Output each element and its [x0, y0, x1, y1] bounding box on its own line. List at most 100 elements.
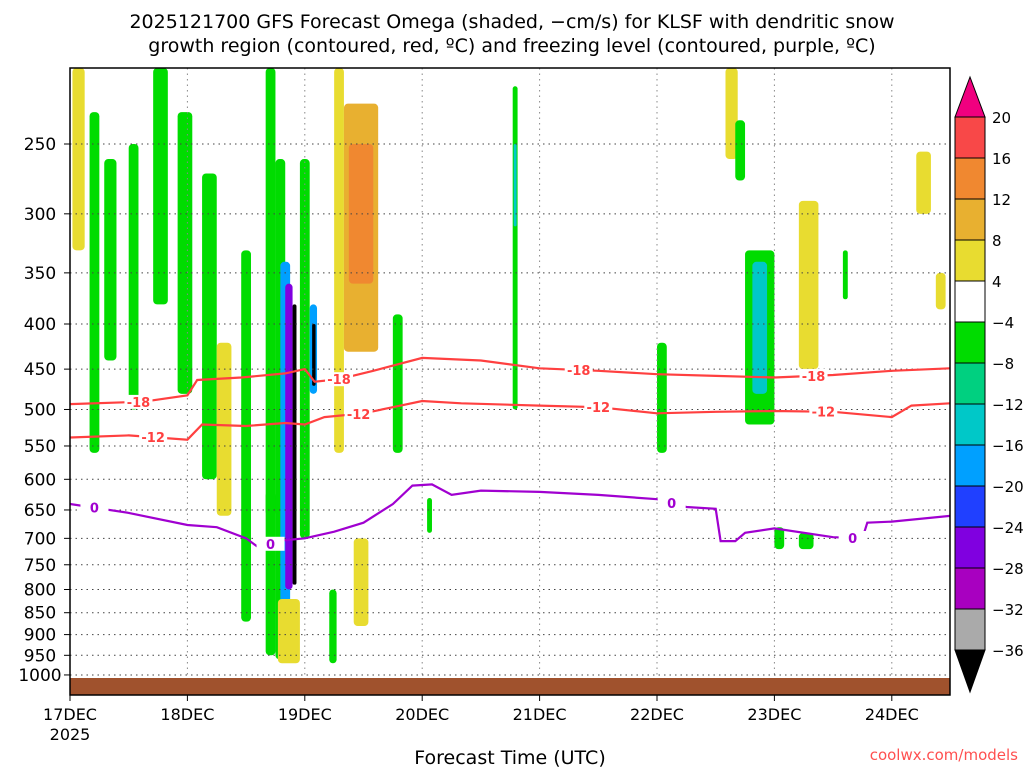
colorbar-box — [954, 280, 986, 323]
colorbar-box — [954, 526, 986, 569]
omega-patch — [353, 538, 369, 626]
contour-label: 0 — [266, 538, 275, 553]
colorbar-over-triangle — [954, 75, 986, 118]
colorbar-label: −12 — [992, 396, 1024, 414]
colorbar-label: −32 — [992, 601, 1024, 619]
colorbar-box — [954, 567, 986, 610]
y-tick-label: 600 — [24, 470, 56, 490]
x-tick-label: 17DEC — [43, 705, 97, 724]
contour-label: -12 — [812, 406, 836, 421]
y-tick-label: 800 — [24, 580, 56, 600]
y-tick-label: 1000 — [18, 666, 61, 686]
x-tick-label: 23DEC — [747, 705, 801, 724]
contour-label: -12 — [587, 401, 611, 416]
omega-patch — [177, 112, 193, 394]
colorbar-box — [954, 321, 986, 364]
colorbar-box — [954, 239, 986, 282]
y-axis: 2503003504004505005506006507007508008509… — [18, 135, 70, 686]
omega-patch — [392, 314, 403, 453]
omega-patch — [657, 342, 667, 453]
colorbar-label: −8 — [992, 355, 1014, 373]
colorbar: 20 16 12 8 4 −4 −8 −12 −16 −20 −24 −28 −32 −36 — [954, 75, 1024, 694]
omega-patch — [277, 598, 300, 664]
x-tick-label: 24DEC — [865, 705, 919, 724]
y-tick-label: 300 — [24, 205, 56, 225]
colorbar-label: −36 — [992, 642, 1024, 660]
contour-label: -18 — [327, 373, 351, 388]
x-tick-label: 18DEC — [160, 705, 214, 724]
colorbar-label: 12 — [992, 191, 1011, 209]
colorbar-box — [954, 608, 986, 651]
y-tick-label: 650 — [24, 501, 56, 521]
y-tick-label: 250 — [24, 135, 56, 155]
omega-patch — [89, 112, 100, 453]
contour-label: -18 — [127, 396, 151, 411]
omega-patch — [202, 173, 217, 480]
omega-cross-section-chart: 2025121700 GFS Forecast Omega (shaded, −… — [18, 11, 1024, 768]
colorbar-label: −16 — [992, 437, 1024, 455]
colorbar-box — [954, 198, 986, 241]
colorbar-label: −24 — [992, 519, 1024, 537]
omega-patch — [292, 304, 297, 585]
colorbar-label: −20 — [992, 478, 1024, 496]
omega-patch — [128, 144, 139, 410]
y-tick-label: 700 — [24, 529, 56, 549]
y-tick-label: 850 — [24, 604, 56, 624]
omega-patch — [104, 159, 117, 361]
x-axis-label: Forecast Time (UTC) — [414, 747, 605, 768]
colorbar-label: −4 — [992, 314, 1014, 332]
omega-patch — [265, 491, 276, 656]
colorbar-box — [954, 157, 986, 200]
omega-patch — [153, 68, 168, 305]
y-tick-label: 550 — [24, 437, 56, 457]
x-tick-label: 20DEC — [395, 705, 449, 724]
omega-patch — [427, 497, 432, 533]
y-tick-label: 400 — [24, 315, 56, 335]
credit-text: coolwx.com/models — [870, 746, 1018, 764]
x-axis: 17DEC2025 18DEC 19DEC 20DEC 21DEC 22DEC 23DEC 2… — [43, 695, 919, 744]
colorbar-box — [954, 485, 986, 528]
omega-patch — [334, 68, 344, 453]
colorbar-label: 8 — [992, 232, 1002, 250]
colorbar-box — [954, 116, 986, 159]
x-tick-label: 22DEC — [630, 705, 684, 724]
colorbar-label: 20 — [992, 109, 1011, 127]
omega-patch — [842, 250, 848, 300]
omega-patch — [241, 250, 251, 622]
omega-patch — [735, 120, 746, 181]
contour-label: -12 — [141, 431, 165, 446]
x-tick-label: 19DEC — [278, 705, 332, 724]
chart-title-line2: growth region (contoured, red, ºC) and f… — [148, 35, 875, 57]
y-tick-label: 500 — [24, 400, 56, 420]
colorbar-box — [954, 444, 986, 487]
omega-patch — [798, 200, 819, 370]
colorbar-label: 4 — [992, 273, 1002, 291]
omega-patch — [285, 283, 293, 590]
omega-patch — [329, 589, 337, 664]
contour-label: -12 — [347, 408, 371, 423]
omega-patch — [312, 324, 316, 386]
colorbar-label: −28 — [992, 560, 1024, 578]
y-tick-label: 750 — [24, 556, 56, 576]
colorbar-box — [954, 362, 986, 405]
contour-label: -18 — [802, 370, 826, 385]
contour-label: 0 — [90, 502, 99, 517]
omega-patch — [72, 68, 85, 251]
omega-patch — [512, 86, 518, 410]
contour-label: 0 — [848, 532, 857, 547]
colorbar-label: 16 — [992, 150, 1011, 168]
omega-patch — [916, 151, 931, 214]
colorbar-under-triangle — [954, 649, 986, 694]
y-tick-label: 450 — [24, 360, 56, 380]
colorbar-box — [954, 403, 986, 446]
chart-title-line1: 2025121700 GFS Forecast Omega (shaded, −… — [129, 11, 894, 33]
omega-patch — [935, 272, 946, 310]
y-tick-label: 950 — [24, 646, 56, 666]
contour-label: -18 — [567, 364, 591, 379]
x-tick-label: 21DEC — [513, 705, 567, 724]
ground-surface — [70, 678, 950, 695]
y-tick-label: 350 — [24, 264, 56, 284]
x-tick-year: 2025 — [50, 725, 91, 744]
y-tick-label: 900 — [24, 626, 56, 646]
omega-patch — [752, 261, 768, 394]
